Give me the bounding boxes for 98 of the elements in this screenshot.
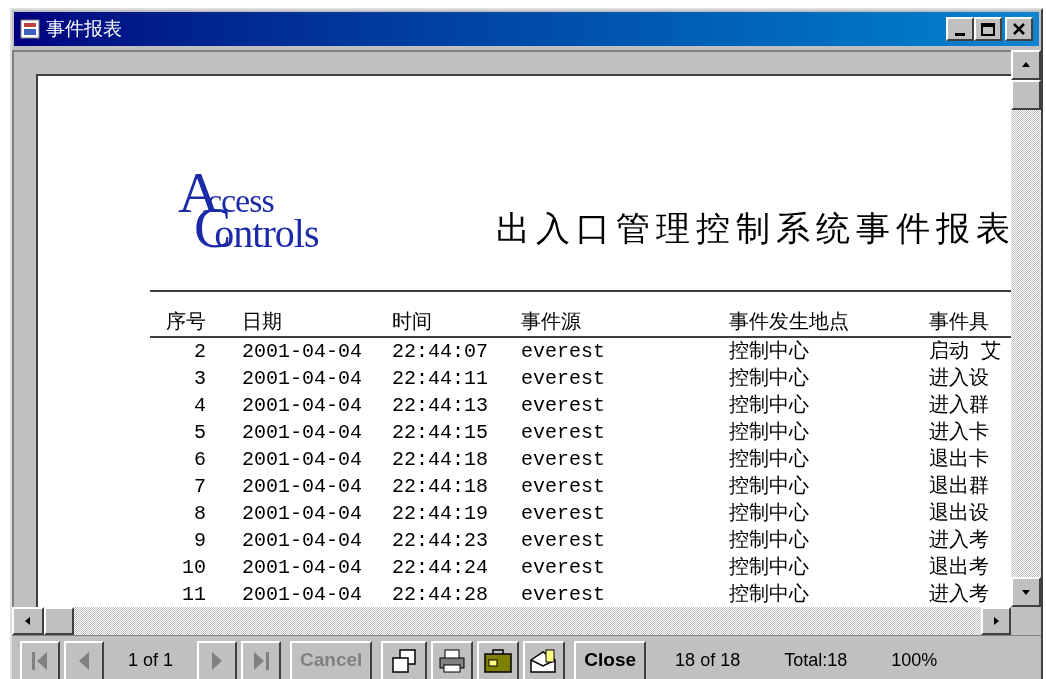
- right-arrow-icon: [991, 616, 1001, 626]
- close-window-button[interactable]: [1005, 17, 1033, 41]
- scroll-thumb[interactable]: [1011, 80, 1041, 110]
- table-cell: 6: [194, 447, 206, 471]
- report-icon: [20, 19, 40, 39]
- table-cell: 5: [194, 420, 206, 444]
- window-title: 事件报表: [46, 16, 123, 41]
- table-cell: 控制中心: [729, 393, 809, 417]
- table-cell: 22:44:13: [392, 393, 488, 417]
- table-cell: 2001-04-04: [242, 582, 363, 606]
- table-cell: 2001-04-04: [242, 366, 363, 390]
- table-cell: 进入考: [929, 528, 989, 552]
- column-header: 时间: [392, 310, 432, 332]
- left-arrow-icon: [23, 616, 33, 626]
- table-cell: 控制中心: [729, 582, 809, 606]
- table-cell: 2001-04-04: [242, 339, 363, 363]
- table-cell: 控制中心: [729, 366, 809, 390]
- table-cell: everest: [521, 582, 605, 606]
- table-cell: 22:44:15: [392, 420, 488, 444]
- table-cell: 控制中心: [729, 555, 809, 579]
- scroll-left-button[interactable]: [12, 607, 44, 635]
- table-cell: 22:44:18: [392, 447, 488, 471]
- table-cell: everest: [521, 447, 605, 471]
- scroll-up-button[interactable]: [1011, 50, 1041, 80]
- table-cell: 2001-04-04: [242, 555, 363, 579]
- column-header: 事件源: [521, 310, 581, 332]
- maximize-icon: [981, 22, 995, 36]
- table-cell: 22:44:24: [392, 555, 488, 579]
- table-cell: 启动 艾: [929, 339, 1001, 363]
- table-cell: 进入考: [929, 582, 989, 606]
- export-button[interactable]: [477, 640, 520, 679]
- table-cell: everest: [521, 339, 605, 363]
- table-cell: 进入设: [929, 366, 989, 390]
- table-cell: 22:44:18: [392, 474, 488, 498]
- mail-button[interactable]: [523, 640, 566, 679]
- table-cell: 8: [194, 501, 206, 525]
- up-arrow-icon: [1021, 60, 1031, 70]
- table-cell: 9: [194, 528, 206, 552]
- down-arrow-icon: [1021, 587, 1031, 597]
- table-cell: 退出设: [929, 501, 989, 525]
- table-cell: 2001-04-04: [242, 447, 363, 471]
- table-cell: 控制中心: [729, 339, 809, 363]
- group-tree-button[interactable]: [381, 640, 428, 679]
- table-cell: 7: [194, 474, 206, 498]
- table-cell: everest: [521, 555, 605, 579]
- table-cell: 控制中心: [729, 447, 809, 471]
- table-cell: 退出卡: [929, 447, 989, 471]
- close-icon: [1012, 23, 1026, 35]
- table-cell: 2001-04-04: [242, 393, 363, 417]
- column-header: 日期: [242, 310, 282, 332]
- print-icon: [438, 647, 467, 674]
- table-cell: 22:44:28: [392, 582, 488, 606]
- scroll-thumb[interactable]: [44, 607, 74, 635]
- table-cell: 退出考: [929, 555, 989, 579]
- logo: Access Controls: [178, 164, 319, 256]
- table-cell: 退出群: [929, 474, 989, 498]
- scroll-down-button[interactable]: [1011, 577, 1041, 607]
- status-text: 18 of 18: [674, 649, 742, 672]
- table-cell: everest: [521, 528, 605, 552]
- status-text: 1 of 1: [127, 649, 175, 672]
- table-cell: 3: [194, 366, 206, 390]
- table-cell: 22:44:19: [392, 501, 488, 525]
- table-cell: 2001-04-04: [242, 420, 363, 444]
- maximize-button[interactable]: [974, 17, 1002, 41]
- table-cell: 10: [182, 555, 206, 579]
- column-header: 事件发生地点: [729, 310, 849, 332]
- overlapping-windows-icon: [390, 647, 419, 674]
- column-header: 事件具: [929, 310, 989, 332]
- status-text: Total:18: [783, 649, 849, 672]
- table-cell: everest: [521, 393, 605, 417]
- close-button[interactable]: Close: [574, 640, 647, 679]
- table-cell: 控制中心: [729, 474, 809, 498]
- table-cell: 进入群: [929, 393, 989, 417]
- table-cell: 控制中心: [729, 528, 809, 552]
- table-cell: 22:44:23: [392, 528, 488, 552]
- briefcase-icon: [483, 647, 514, 674]
- table-cell: 2: [194, 339, 206, 363]
- report-title: 出入口管理控制系统事件报表: [496, 208, 1011, 249]
- table-cell: everest: [521, 474, 605, 498]
- column-header: 序号: [166, 310, 206, 332]
- table-cell: 控制中心: [729, 501, 809, 525]
- table-cell: everest: [521, 366, 605, 390]
- print-button[interactable]: [431, 640, 474, 679]
- table-cell: 11: [182, 582, 206, 606]
- table-cell: 22:44:11: [392, 366, 488, 390]
- status-text: 100%: [890, 649, 939, 672]
- table-cell: 2001-04-04: [242, 501, 363, 525]
- table-cell: 2001-04-04: [242, 474, 363, 498]
- table-cell: 控制中心: [729, 420, 809, 444]
- minimize-icon: [955, 33, 965, 36]
- table-cell: everest: [521, 420, 605, 444]
- table-cell: 4: [194, 393, 206, 417]
- minimize-button[interactable]: [946, 17, 974, 41]
- scroll-right-button[interactable]: [981, 607, 1011, 635]
- table-cell: 进入卡: [929, 420, 989, 444]
- table-cell: 22:44:07: [392, 339, 488, 363]
- table-cell: 2001-04-04: [242, 528, 363, 552]
- table-cell: everest: [521, 501, 605, 525]
